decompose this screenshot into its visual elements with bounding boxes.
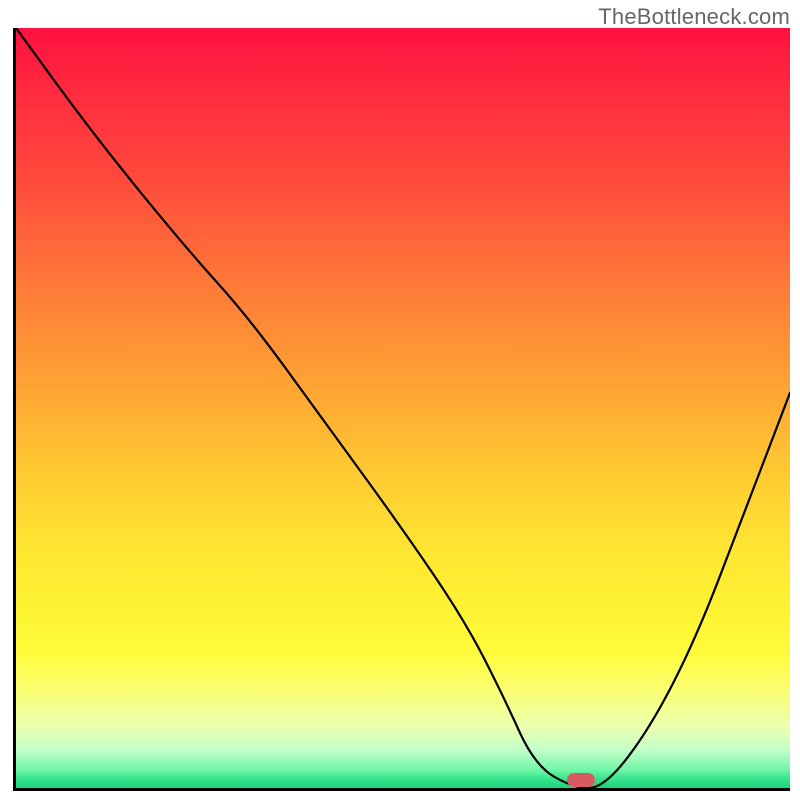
watermark-text: TheBottleneck.com (598, 4, 790, 30)
bottleneck-curve (16, 28, 790, 788)
plot-area (13, 28, 790, 791)
chart-container: TheBottleneck.com (0, 0, 800, 800)
curve-path (16, 28, 790, 788)
optimum-marker (567, 773, 595, 787)
